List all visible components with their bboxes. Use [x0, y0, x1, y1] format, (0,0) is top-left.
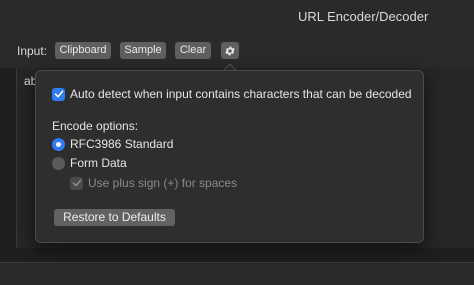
checkmark-icon: [54, 90, 63, 98]
form-data-radio[interactable]: [52, 156, 65, 170]
title-bar: URL Encoder/Decoder: [0, 0, 474, 34]
auto-detect-checkbox[interactable]: [52, 87, 65, 101]
plus-sign-checkbox-row: Use plus sign (+) for spaces: [70, 176, 237, 190]
clear-button[interactable]: Clear: [175, 42, 211, 59]
checkmark-icon: [72, 179, 81, 187]
restore-defaults-button[interactable]: Restore to Defaults: [54, 209, 175, 226]
settings-button[interactable]: [221, 42, 239, 59]
clipboard-button[interactable]: Clipboard: [55, 42, 111, 59]
form-data-label: Form Data: [70, 156, 127, 170]
rfc3986-radio-row[interactable]: RFC3986 Standard: [52, 137, 173, 151]
encode-options-label: Encode options:: [52, 119, 139, 133]
plus-sign-label: Use plus sign (+) for spaces: [88, 176, 238, 190]
plus-sign-checkbox: [70, 176, 83, 190]
rfc3986-radio[interactable]: [52, 137, 65, 151]
form-data-radio-row[interactable]: Form Data: [52, 156, 127, 170]
auto-detect-checkbox-row[interactable]: Auto detect when input contains characte…: [52, 87, 412, 101]
input-label: Input:: [17, 44, 48, 58]
sample-button[interactable]: Sample: [120, 42, 166, 59]
settings-popover: Auto detect when input contains characte…: [35, 70, 424, 243]
auto-detect-label: Auto detect when input contains characte…: [70, 87, 412, 101]
window-title: URL Encoder/Decoder: [298, 9, 429, 24]
rfc3986-label: RFC3986 Standard: [70, 137, 174, 151]
bottom-bar: [0, 262, 474, 285]
gear-icon: [225, 46, 235, 55]
